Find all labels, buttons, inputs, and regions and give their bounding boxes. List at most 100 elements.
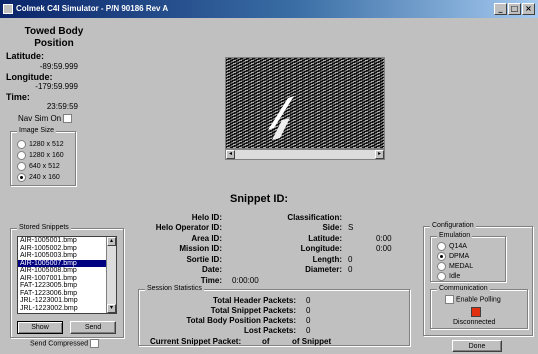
diameter-label: Diameter: bbox=[305, 265, 342, 274]
list-item[interactable]: FAT-1223006.bmp bbox=[18, 290, 116, 298]
communication-caption: Communication bbox=[437, 285, 490, 292]
snippet-latitude-label: Latitude: bbox=[308, 234, 342, 243]
list-item-selected[interactable]: AIR-1005007.bmp bbox=[18, 259, 116, 267]
snippet-longitude-value: 0:00 bbox=[376, 244, 392, 253]
list-item[interactable]: AIR-1007001.bmp bbox=[18, 275, 116, 283]
enable-polling-label: Enable Polling bbox=[455, 296, 501, 304]
list-item[interactable]: JRL-1223001.bmp bbox=[18, 297, 116, 305]
nav-sim-checkbox[interactable]: Nav Sim On bbox=[18, 114, 73, 124]
stored-snippets-caption: Stored Snippets bbox=[17, 224, 71, 231]
radio-240x160[interactable]: 240 x 160 bbox=[17, 173, 60, 182]
radio-circle[interactable] bbox=[17, 151, 26, 160]
diameter-value: 0 bbox=[348, 265, 353, 274]
image-size-group: Image Size 1280 x 512 1280 x 160 640 x 5… bbox=[10, 127, 76, 186]
list-item[interactable]: AIR-1005003.bmp bbox=[18, 252, 116, 260]
length-value: 0 bbox=[348, 255, 353, 264]
longitude-value: -179:59.999 bbox=[35, 82, 78, 91]
scroll-left-icon[interactable]: ◂ bbox=[226, 150, 235, 159]
radio-circle-selected[interactable] bbox=[17, 173, 26, 182]
snippet-title: Snippet ID: bbox=[230, 193, 289, 205]
helo-operator-id-label: Helo Operator ID: bbox=[155, 223, 222, 232]
current-of-snippet-label: of Snippet bbox=[292, 337, 332, 346]
show-button[interactable]: Show bbox=[17, 321, 63, 334]
scroll-right-icon[interactable]: ▸ bbox=[375, 150, 384, 159]
stored-snippets-list[interactable]: AIR-1005001.bmp AIR-1005002.bmp AIR-1005… bbox=[17, 236, 117, 314]
radio-label: Q14A bbox=[449, 243, 467, 250]
radio-circle-selected[interactable] bbox=[437, 252, 446, 261]
scroll-up-icon[interactable]: ▴ bbox=[107, 237, 116, 246]
time-value-snippet: 0:00:00 bbox=[232, 276, 259, 285]
towed-body-title: Towed Body Position bbox=[24, 26, 84, 49]
close-icon[interactable]: × bbox=[522, 3, 535, 15]
radio-idle[interactable]: Idle bbox=[437, 272, 460, 281]
send-compressed-box[interactable] bbox=[89, 339, 99, 348]
radio-circle[interactable] bbox=[437, 242, 446, 251]
radio-q14a[interactable]: Q14A bbox=[437, 242, 467, 251]
latitude-label: Latitude: bbox=[6, 51, 44, 61]
list-item[interactable]: JRL-1223002.bmp bbox=[18, 305, 116, 313]
configuration-caption: Configuration bbox=[430, 222, 476, 229]
minimize-icon[interactable]: _ bbox=[494, 3, 507, 15]
area-id-label: Area ID: bbox=[191, 234, 222, 243]
current-snippet-label: Current Snippet Packet: bbox=[150, 337, 242, 346]
total-body-value: 0 bbox=[306, 316, 311, 325]
send-button[interactable]: Send bbox=[70, 321, 116, 334]
list-scrollbar[interactable]: ▴ ▾ bbox=[106, 237, 116, 313]
list-item[interactable]: AIR-1005002.bmp bbox=[18, 245, 116, 253]
side-value: S bbox=[348, 223, 354, 232]
lost-packets-value: 0 bbox=[306, 326, 311, 335]
total-snippet-label: Total Snippet Packets: bbox=[210, 306, 296, 315]
radio-medal[interactable]: MEDAL bbox=[437, 262, 473, 271]
snippet-latitude-value: 0:00 bbox=[376, 234, 392, 243]
total-header-label: Total Header Packets: bbox=[213, 296, 296, 305]
radio-label: DPMA bbox=[449, 253, 470, 260]
radio-circle[interactable] bbox=[437, 262, 446, 271]
list-item[interactable]: FAT-1223005.bmp bbox=[18, 282, 116, 290]
time-label-snippet: Time: bbox=[200, 276, 222, 285]
scroll-down-icon[interactable]: ▾ bbox=[107, 304, 116, 313]
session-statistics-caption: Session Statistics bbox=[145, 285, 204, 292]
title-bar: Colmek C4I Simulator - P/N 90186 Rev A _… bbox=[0, 0, 538, 18]
total-body-label: Total Body Position Packets: bbox=[186, 316, 296, 325]
list-item[interactable]: AIR-1005008.bmp bbox=[18, 267, 116, 275]
radio-1280x160[interactable]: 1280 x 160 bbox=[17, 151, 64, 160]
current-of-label: of bbox=[262, 337, 270, 346]
nav-sim-label: Nav Sim On bbox=[18, 114, 62, 123]
done-button[interactable]: Done bbox=[452, 340, 502, 352]
length-label: Length: bbox=[312, 255, 342, 264]
emulation-group: Emulation Q14A DPMA MEDAL Idle bbox=[430, 232, 506, 282]
radio-circle[interactable] bbox=[17, 140, 26, 149]
list-item[interactable]: AIR-1005001.bmp bbox=[18, 237, 116, 245]
lost-packets-label: Lost Packets: bbox=[243, 326, 296, 335]
connection-status-label: Disconnected bbox=[453, 319, 496, 326]
radio-label: 640 x 512 bbox=[29, 163, 60, 170]
radio-label: 1280 x 512 bbox=[29, 141, 64, 148]
send-compressed-checkbox[interactable]: Send Compressed bbox=[30, 339, 99, 348]
image-size-caption: Image Size bbox=[17, 127, 57, 134]
main-window: Colmek C4I Simulator - P/N 90186 Rev A _… bbox=[0, 0, 538, 354]
sonar-noise bbox=[226, 58, 384, 148]
mission-id-label: Mission ID: bbox=[179, 244, 222, 253]
radio-label: 240 x 160 bbox=[29, 174, 60, 181]
enable-polling-box[interactable] bbox=[445, 295, 454, 304]
radio-label: 1280 x 160 bbox=[29, 152, 64, 159]
radio-label: Idle bbox=[449, 273, 461, 280]
radio-1280x512[interactable]: 1280 x 512 bbox=[17, 140, 64, 149]
emulation-caption: Emulation bbox=[437, 232, 473, 239]
maximize-icon[interactable]: □ bbox=[508, 3, 521, 15]
enable-polling-checkbox[interactable]: Enable Polling bbox=[445, 295, 501, 304]
snippet-longitude-label: Longitude: bbox=[300, 244, 342, 253]
date-label: Date: bbox=[201, 265, 222, 274]
radio-640x512[interactable]: 640 x 512 bbox=[17, 162, 60, 171]
radio-circle[interactable] bbox=[17, 162, 26, 171]
window-title: Colmek C4I Simulator - P/N 90186 Rev A bbox=[16, 4, 169, 13]
radio-dpma[interactable]: DPMA bbox=[437, 252, 469, 261]
communication-group: Communication Enable Polling Disconnecte… bbox=[430, 285, 528, 329]
image-scrollbar[interactable]: ◂ ▸ bbox=[225, 149, 385, 160]
latitude-value: -89:59.999 bbox=[39, 62, 78, 71]
side-label: Side: bbox=[322, 223, 342, 232]
total-header-value: 0 bbox=[306, 296, 311, 305]
classification-label: Classification: bbox=[287, 213, 342, 222]
radio-circle[interactable] bbox=[437, 272, 446, 281]
nav-sim-box[interactable] bbox=[63, 114, 73, 124]
